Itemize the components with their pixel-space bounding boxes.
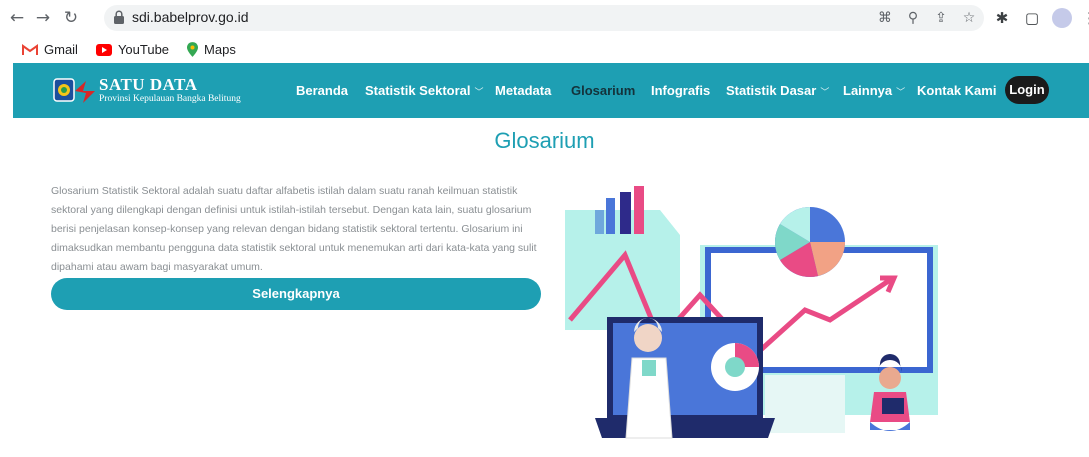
sitter-head (879, 367, 901, 389)
nav-infografis[interactable]: Infografis (651, 83, 710, 98)
browser-toolbar: ← → ↻ sdi.babelprov.go.id ⌘ ⚲ ⇪ ☆ ✱ ▢ ⋮ (0, 0, 1089, 36)
nav-statistik-sektoral[interactable]: Statistik Sektoral ﹀ (365, 83, 484, 98)
translate-icon[interactable]: ⌘ (876, 8, 894, 28)
reload-icon[interactable]: ↻ (60, 7, 82, 29)
share-icon[interactable]: ⇪ (932, 8, 950, 28)
site-header: SATU DATA Provinsi Kepulauan Bangka Beli… (13, 63, 1089, 118)
url-text[interactable]: sdi.babelprov.go.id (132, 9, 248, 25)
nav-lainnya[interactable]: Lainnya ﹀ (843, 83, 905, 98)
maps-icon (187, 42, 199, 57)
nav-beranda[interactable]: Beranda (296, 83, 348, 98)
youtube-icon (95, 43, 112, 56)
lock-icon (114, 10, 124, 24)
bar-shape (606, 198, 615, 234)
page-title: Glosarium (494, 128, 595, 153)
bookmark-label: Gmail (44, 42, 78, 57)
chevron-down-icon: ﹀ (474, 88, 484, 98)
statistics-illustration (565, 186, 938, 439)
pie-chart-icon (775, 207, 845, 277)
bookmark-youtube[interactable]: YouTube (95, 42, 170, 57)
zoom-icon[interactable]: ⚲ (904, 8, 922, 28)
bar-shape (634, 186, 644, 234)
login-button[interactable]: Login (1005, 76, 1049, 104)
forward-icon[interactable]: → (32, 7, 54, 29)
glossary-description: Glosarium Statistik Sektoral adalah suat… (51, 185, 537, 273)
selengkapnya-button[interactable]: Selengkapnya (51, 278, 541, 310)
site-logo[interactable]: SATU DATA Provinsi Kepulauan Bangka Beli… (53, 75, 241, 107)
nav-kontak-kami[interactable]: Kontak Kami (917, 83, 996, 98)
chevron-down-icon: ﹀ (896, 88, 906, 98)
bookmark-label: YouTube (117, 42, 170, 57)
nav-statistik-dasar[interactable]: Statistik Dasar ﹀ (726, 83, 829, 98)
nav-metadata[interactable]: Metadata (495, 83, 551, 98)
chevron-down-icon: ﹀ (820, 88, 830, 98)
nav-glosarium[interactable]: Glosarium (571, 83, 635, 98)
province-emblem-icon (53, 78, 95, 103)
logo-title: SATU DATA (99, 75, 198, 94)
logo-subtitle: Provinsi Kepulauan Bangka Belitung (99, 94, 241, 104)
profile-avatar[interactable] (1052, 8, 1072, 28)
extensions-icon[interactable]: ✱ (992, 7, 1012, 29)
bar-shape (595, 210, 604, 234)
bookmark-gmail[interactable]: Gmail (22, 42, 78, 57)
gmail-icon (22, 43, 38, 55)
menu-icon[interactable]: ⋮ (1082, 7, 1089, 29)
laptop-base (595, 418, 775, 438)
back-icon[interactable]: ← (6, 7, 28, 29)
side-panel-icon[interactable]: ▢ (1022, 7, 1042, 29)
address-bar[interactable]: sdi.babelprov.go.id ⌘ ⚲ ⇪ ☆ (104, 5, 984, 31)
monitor-stand (765, 375, 845, 433)
bookmark-maps[interactable]: Maps (187, 42, 236, 57)
presenter-head (634, 324, 662, 352)
bookmarks-bar: Gmail YouTube Maps (0, 36, 1089, 63)
bookmark-label: Maps (204, 42, 236, 57)
bookmark-star-icon[interactable]: ☆ (960, 8, 978, 28)
bar-shape (620, 192, 631, 234)
